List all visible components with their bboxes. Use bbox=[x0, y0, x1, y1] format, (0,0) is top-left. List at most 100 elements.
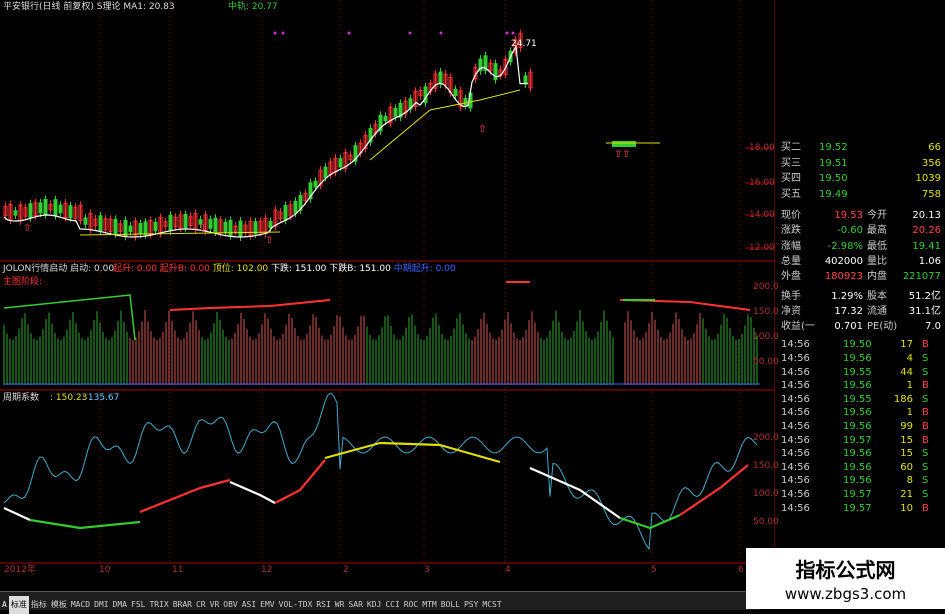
stat-label: 量比 bbox=[867, 255, 887, 267]
stat-label: 涨跌 bbox=[781, 225, 801, 237]
tab-dmi[interactable]: DMI bbox=[92, 596, 110, 614]
stat-value: 19.41 bbox=[912, 240, 941, 252]
candle-body bbox=[153, 221, 158, 232]
tab-wr[interactable]: WR bbox=[333, 596, 347, 614]
candle-body bbox=[183, 213, 188, 229]
tab-mtm[interactable]: MTM bbox=[420, 596, 438, 614]
tab-sar[interactable]: SAR bbox=[346, 596, 364, 614]
stat-label: 外盘 bbox=[781, 271, 801, 283]
stat-value: 180923 bbox=[824, 271, 863, 283]
price-tick: 16.00 bbox=[749, 178, 775, 188]
indicator-tab-bar: A 标准 指标 模板 MACD DMI DMA FSL TRIX BRAR CR VR OBV ASI EM… bbox=[0, 591, 760, 614]
stat-label: 换手 bbox=[781, 290, 801, 302]
signal-dot bbox=[347, 31, 351, 35]
candle-body bbox=[338, 158, 343, 168]
indicator1-values: 起升: 0.00 起升B: 0.00 顶位: 102.00 下跌: 151.00… bbox=[113, 264, 456, 275]
tick-row: 14:56 19.57 10 B bbox=[777, 501, 945, 516]
tab-mcst[interactable]: MCST bbox=[480, 596, 503, 614]
stat-value: 7.0 bbox=[925, 321, 941, 333]
bid-price: 19.51 bbox=[819, 157, 848, 169]
indicator2-value2: : 135.67 bbox=[82, 393, 120, 403]
indicator1-value: 起升B: 0.00 bbox=[159, 264, 213, 274]
candle-body bbox=[228, 219, 233, 237]
chart-title: 平安银行(日线 前复权) S理论 MA1: 20.83 bbox=[3, 2, 175, 12]
chart-area[interactable]: ⇧ ⇧⇧⇧⇧ ⇧ bbox=[0, 0, 775, 588]
tab-kdj[interactable]: KDJ bbox=[365, 596, 383, 614]
tab-brar[interactable]: BRAR bbox=[171, 596, 194, 614]
tab-boll[interactable]: BOLL bbox=[439, 596, 462, 614]
bid-row: 买二 19.52 66 bbox=[777, 140, 945, 155]
indicator2-trend-line bbox=[679, 464, 749, 516]
ind1-tick: 100.0 bbox=[753, 332, 779, 342]
stat-label: 最低 bbox=[867, 240, 887, 252]
tick-volume: 10 bbox=[900, 502, 913, 514]
candle-body bbox=[58, 204, 63, 214]
indicator2-trend-line bbox=[324, 441, 501, 464]
tab-psy[interactable]: PSY bbox=[462, 596, 480, 614]
tab-roc[interactable]: ROC bbox=[402, 596, 420, 614]
ind1-tick: 200.0 bbox=[753, 282, 779, 292]
ind2-tick: 200.0 bbox=[753, 433, 779, 443]
stat-value: 51.2亿 bbox=[908, 290, 941, 302]
signal-dot bbox=[408, 31, 412, 35]
buy-arrow-icon: ⇧ bbox=[265, 235, 273, 246]
x-label: 6 bbox=[738, 565, 744, 575]
candle-body bbox=[463, 98, 468, 106]
stat-row: 换手 1.29% 股本 51.2亿 bbox=[777, 289, 945, 304]
stat-value: 31.1亿 bbox=[908, 305, 941, 317]
bid-label: 买四 bbox=[781, 173, 801, 184]
tab-标准[interactable]: 标准 bbox=[8, 596, 29, 614]
bid-price: 19.50 bbox=[819, 173, 848, 184]
tab-emv[interactable]: EMV bbox=[258, 596, 276, 614]
signal-block bbox=[612, 141, 636, 147]
stat-label: 今开 bbox=[867, 210, 887, 221]
candle-body bbox=[313, 180, 318, 188]
tick-side: B bbox=[922, 502, 929, 514]
tab-rsi[interactable]: RSI bbox=[314, 596, 332, 614]
tab-vr[interactable]: VR bbox=[208, 596, 222, 614]
bid-volume: 758 bbox=[921, 188, 941, 200]
bid-label: 买五 bbox=[781, 188, 801, 200]
tab-asi[interactable]: ASI bbox=[240, 596, 258, 614]
indicator1-value: 下跌: 151.00 bbox=[271, 264, 330, 274]
candle-body bbox=[143, 221, 148, 236]
indicator2-title: 周期系数 bbox=[3, 393, 40, 403]
x-label: 2 bbox=[343, 565, 349, 575]
indicator1-line bbox=[619, 299, 751, 311]
candle-body bbox=[13, 210, 18, 216]
tab-cr[interactable]: CR bbox=[194, 596, 208, 614]
band-line bbox=[369, 89, 521, 161]
bid-row: 买三 19.51 356 bbox=[777, 156, 945, 171]
candle-body bbox=[38, 202, 43, 214]
candle-body bbox=[323, 166, 328, 179]
tab-a[interactable]: A bbox=[0, 596, 9, 614]
ind2-tick: 150.0 bbox=[753, 461, 779, 471]
candle-body bbox=[128, 225, 133, 233]
signal-dot bbox=[505, 31, 509, 35]
tab-vol-tdx[interactable]: VOL-TDX bbox=[277, 596, 315, 614]
ind1-tick: 150.0 bbox=[753, 307, 779, 317]
indicator1-sublabel: 主图阶段: bbox=[3, 277, 43, 287]
stat-label: 涨幅 bbox=[781, 240, 801, 252]
center-line-label: 中轨: 20.77 bbox=[228, 2, 278, 12]
tab-fsl[interactable]: FSL bbox=[129, 596, 147, 614]
tab-指标[interactable]: 指标 bbox=[29, 596, 49, 614]
tab-obv[interactable]: OBV bbox=[221, 596, 239, 614]
stat-value: 221077 bbox=[902, 271, 941, 283]
stat-label: 最高 bbox=[867, 225, 887, 237]
tab-trix[interactable]: TRIX bbox=[147, 596, 170, 614]
tab-macd[interactable]: MACD bbox=[69, 596, 92, 614]
ind2-tick: 100.0 bbox=[753, 489, 779, 499]
stat-value: -0.60 bbox=[837, 225, 863, 237]
tab-模板[interactable]: 模板 bbox=[49, 596, 69, 614]
buy-arrow-icon: ⇧ bbox=[198, 223, 206, 234]
tab-cci[interactable]: CCI bbox=[383, 596, 401, 614]
tick-price: 19.57 bbox=[843, 502, 872, 514]
stat-value: 1.29% bbox=[831, 290, 863, 302]
indicator2-trend-line bbox=[3, 507, 31, 521]
buy-arrow-icon: ⇧ bbox=[622, 149, 630, 160]
tab-dma[interactable]: DMA bbox=[111, 596, 129, 614]
indicator1-value: 中期起升: 0.00 bbox=[393, 264, 456, 274]
ind1-tick: 50.00 bbox=[753, 357, 779, 367]
indicator2-trend-line bbox=[274, 459, 326, 504]
